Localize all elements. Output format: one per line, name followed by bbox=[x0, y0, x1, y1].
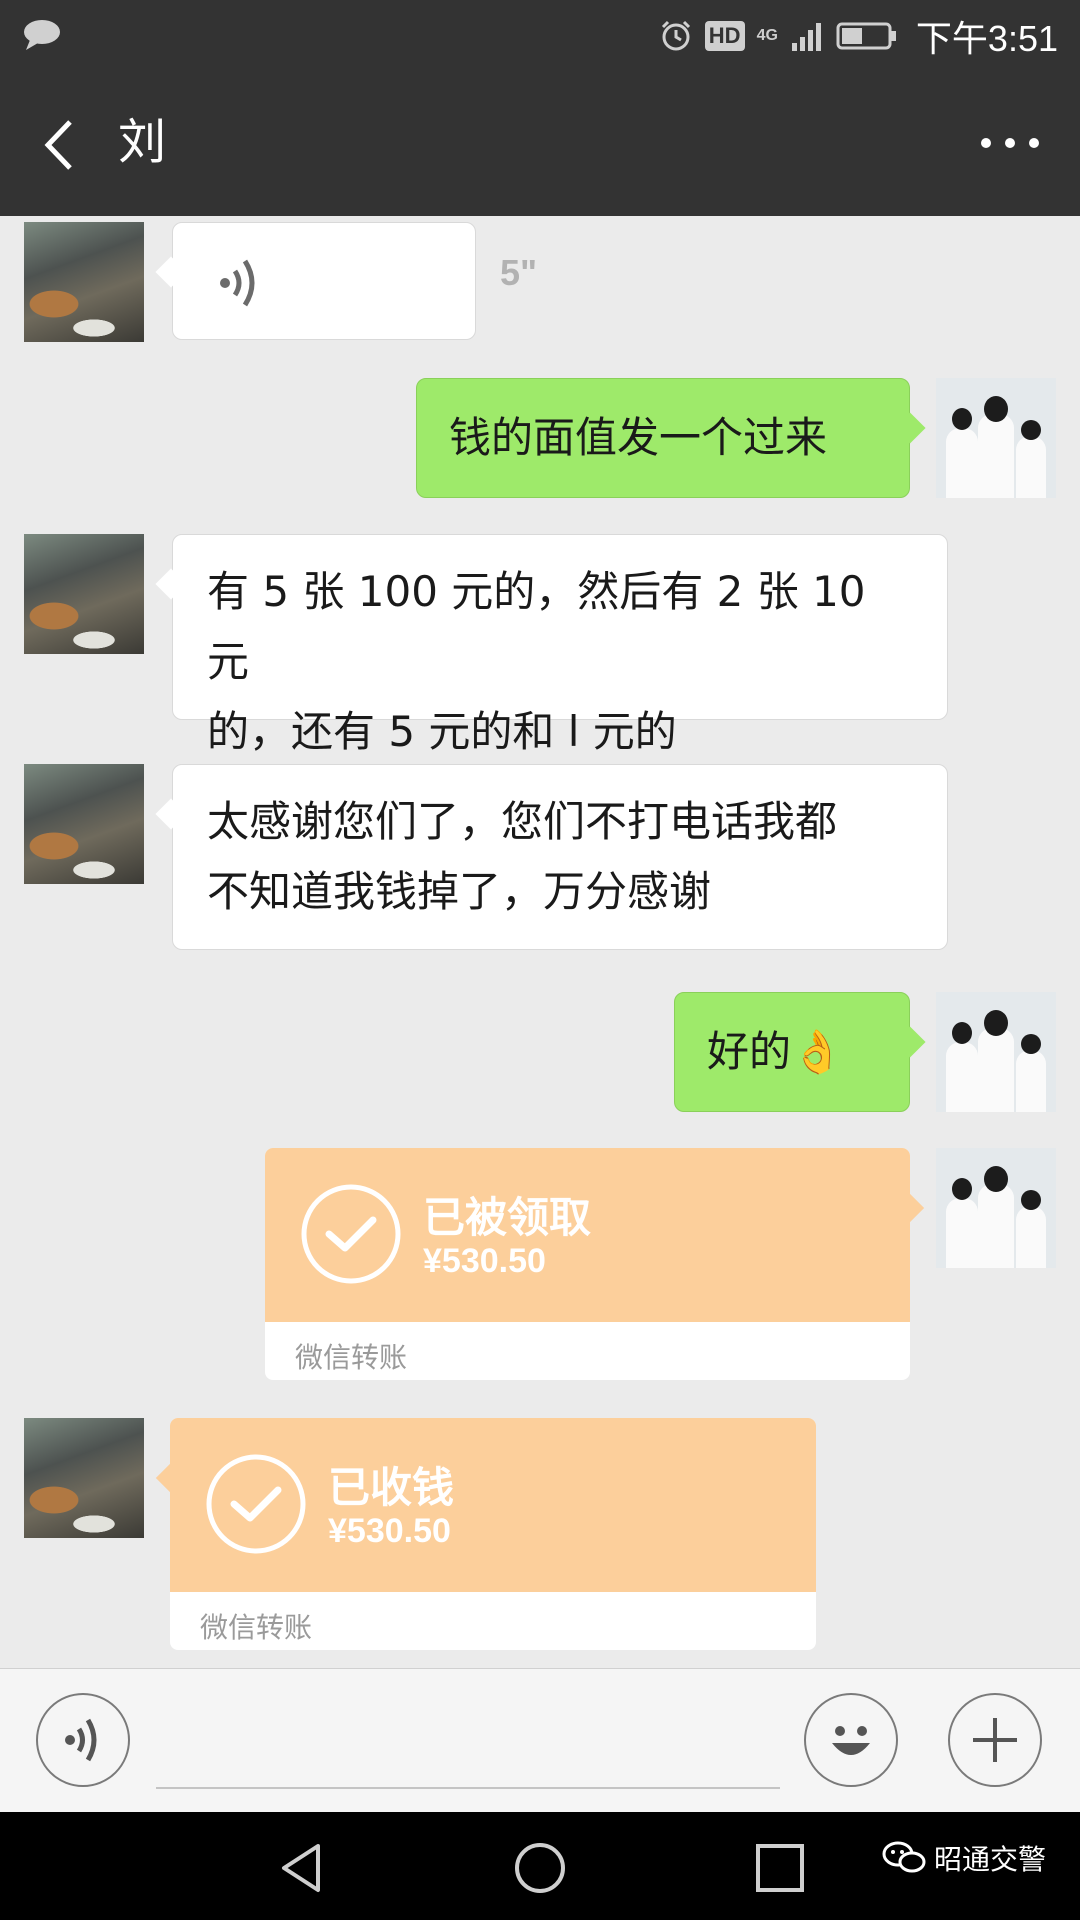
avatar-figure bbox=[978, 1184, 1014, 1268]
battery-icon bbox=[836, 22, 896, 50]
message-line: 有 5 张 100 元的，然后有 2 张 10 元 bbox=[207, 567, 866, 686]
status-bar: HD 4G 下午3:51 bbox=[0, 0, 1080, 72]
smiley-icon bbox=[832, 1726, 870, 1755]
watermark: 昭通交警 bbox=[882, 1838, 1046, 1878]
transfer-amount: ¥530.50 bbox=[328, 1512, 451, 1550]
chat-header: 刘 bbox=[0, 72, 1080, 216]
avatar-figure bbox=[946, 1198, 978, 1268]
message-input-field[interactable] bbox=[156, 1787, 780, 1789]
voice-message-bubble[interactable] bbox=[172, 222, 476, 340]
voice-input-icon bbox=[65, 1718, 97, 1762]
contact-name: 刘 bbox=[118, 114, 167, 170]
alarm-icon bbox=[661, 20, 690, 51]
watermark-text: 昭通交警 bbox=[933, 1843, 1046, 1876]
my-avatar[interactable] bbox=[936, 1148, 1056, 1268]
avatar-figure-head bbox=[1021, 1190, 1041, 1210]
friend-avatar[interactable] bbox=[24, 764, 144, 884]
voice-input-button[interactable] bbox=[36, 1693, 130, 1787]
transfer-status: 已被领取 bbox=[423, 1193, 592, 1242]
chat-message-list[interactable]: 5" 钱的面值发一个过来 有 5 张 100 元的，然后有 2 张 10 元 的… bbox=[0, 216, 1080, 1668]
my-avatar[interactable] bbox=[936, 992, 1056, 1112]
avatar-figure bbox=[946, 428, 978, 498]
message-text-content: 好的 bbox=[707, 1027, 792, 1076]
signal-icon bbox=[791, 23, 821, 51]
friend-message-bubble[interactable]: 有 5 张 100 元的，然后有 2 张 10 元 的，还有 5 元的和 l 元… bbox=[172, 534, 948, 756]
avatar-figure-head bbox=[984, 396, 1008, 422]
nav-recents-icon[interactable] bbox=[752, 1840, 808, 1896]
voice-duration: 5" bbox=[500, 252, 538, 293]
avatar-figure bbox=[1016, 1206, 1046, 1268]
avatar-figure bbox=[978, 414, 1014, 498]
message-text: 好的👌 bbox=[675, 993, 909, 1105]
transfer-footer: 微信转账 bbox=[295, 1341, 408, 1374]
avatar-figure-head bbox=[952, 408, 972, 430]
more-functions-button[interactable] bbox=[948, 1693, 1042, 1787]
my-message-bubble[interactable]: 好的👌 bbox=[674, 992, 910, 1112]
avatar-figure bbox=[978, 1028, 1014, 1112]
message-text: 有 5 张 100 元的，然后有 2 张 10 元 的，还有 5 元的和 l 元… bbox=[173, 535, 947, 789]
plus-icon bbox=[973, 1718, 1017, 1762]
message-text: 太感谢您们了，您们不打电话我都 不知道我钱掉了，万分感谢 bbox=[173, 765, 947, 949]
back-arrow-icon[interactable] bbox=[36, 118, 86, 172]
hd-badge: HD bbox=[704, 21, 745, 51]
message-line: 的，还有 5 元的和 l 元的 bbox=[207, 707, 677, 756]
input-bar bbox=[0, 1668, 1080, 1813]
status-time: 下午3:51 bbox=[915, 18, 1058, 59]
transfer-sent-card[interactable]: 已被领取 ¥530.50 微信转账 bbox=[265, 1148, 910, 1380]
friend-avatar[interactable] bbox=[24, 1418, 144, 1538]
transfer-received-card[interactable]: 已收钱 ¥530.50 微信转账 bbox=[155, 1418, 816, 1650]
avatar-figure-head bbox=[1021, 1034, 1041, 1054]
emoji-button[interactable] bbox=[804, 1693, 898, 1787]
transfer-footer: 微信转账 bbox=[200, 1611, 313, 1644]
transfer-amount: ¥530.50 bbox=[423, 1242, 546, 1280]
message-notification-icon bbox=[24, 20, 60, 50]
voice-wave-icon bbox=[220, 259, 255, 307]
friend-avatar[interactable] bbox=[24, 534, 144, 654]
my-message-bubble[interactable]: 钱的面值发一个过来 bbox=[416, 378, 910, 498]
ok-hand-emoji-icon: 👌 bbox=[791, 1027, 844, 1076]
avatar-figure-head bbox=[952, 1178, 972, 1200]
avatar-figure-head bbox=[984, 1010, 1008, 1036]
avatar-figure bbox=[1016, 1050, 1046, 1112]
transfer-check-icon bbox=[301, 1184, 401, 1284]
wechat-logo-icon bbox=[882, 1841, 926, 1873]
message-text: 钱的面值发一个过来 bbox=[449, 413, 828, 462]
friend-avatar[interactable] bbox=[24, 222, 144, 342]
system-navigation-bar: 昭通交警 bbox=[0, 1812, 1080, 1920]
nav-back-icon[interactable] bbox=[274, 1840, 330, 1896]
avatar-figure bbox=[946, 1042, 978, 1112]
network-type-label: 4G bbox=[756, 27, 778, 44]
transfer-status: 已收钱 bbox=[328, 1463, 455, 1512]
transfer-check-icon bbox=[206, 1454, 306, 1554]
avatar-figure bbox=[1016, 436, 1046, 498]
more-options-icon[interactable] bbox=[978, 128, 1042, 158]
avatar-figure-head bbox=[984, 1166, 1008, 1192]
friend-message-bubble[interactable]: 太感谢您们了，您们不打电话我都 不知道我钱掉了，万分感谢 bbox=[172, 764, 948, 950]
avatar-figure-head bbox=[1021, 420, 1041, 440]
message-line: 太感谢您们了，您们不打电话我都 bbox=[207, 797, 838, 846]
message-line: 不知道我钱掉了，万分感谢 bbox=[207, 867, 712, 916]
nav-home-icon[interactable] bbox=[512, 1840, 568, 1896]
avatar-figure-head bbox=[952, 1022, 972, 1044]
my-avatar[interactable] bbox=[936, 378, 1056, 498]
